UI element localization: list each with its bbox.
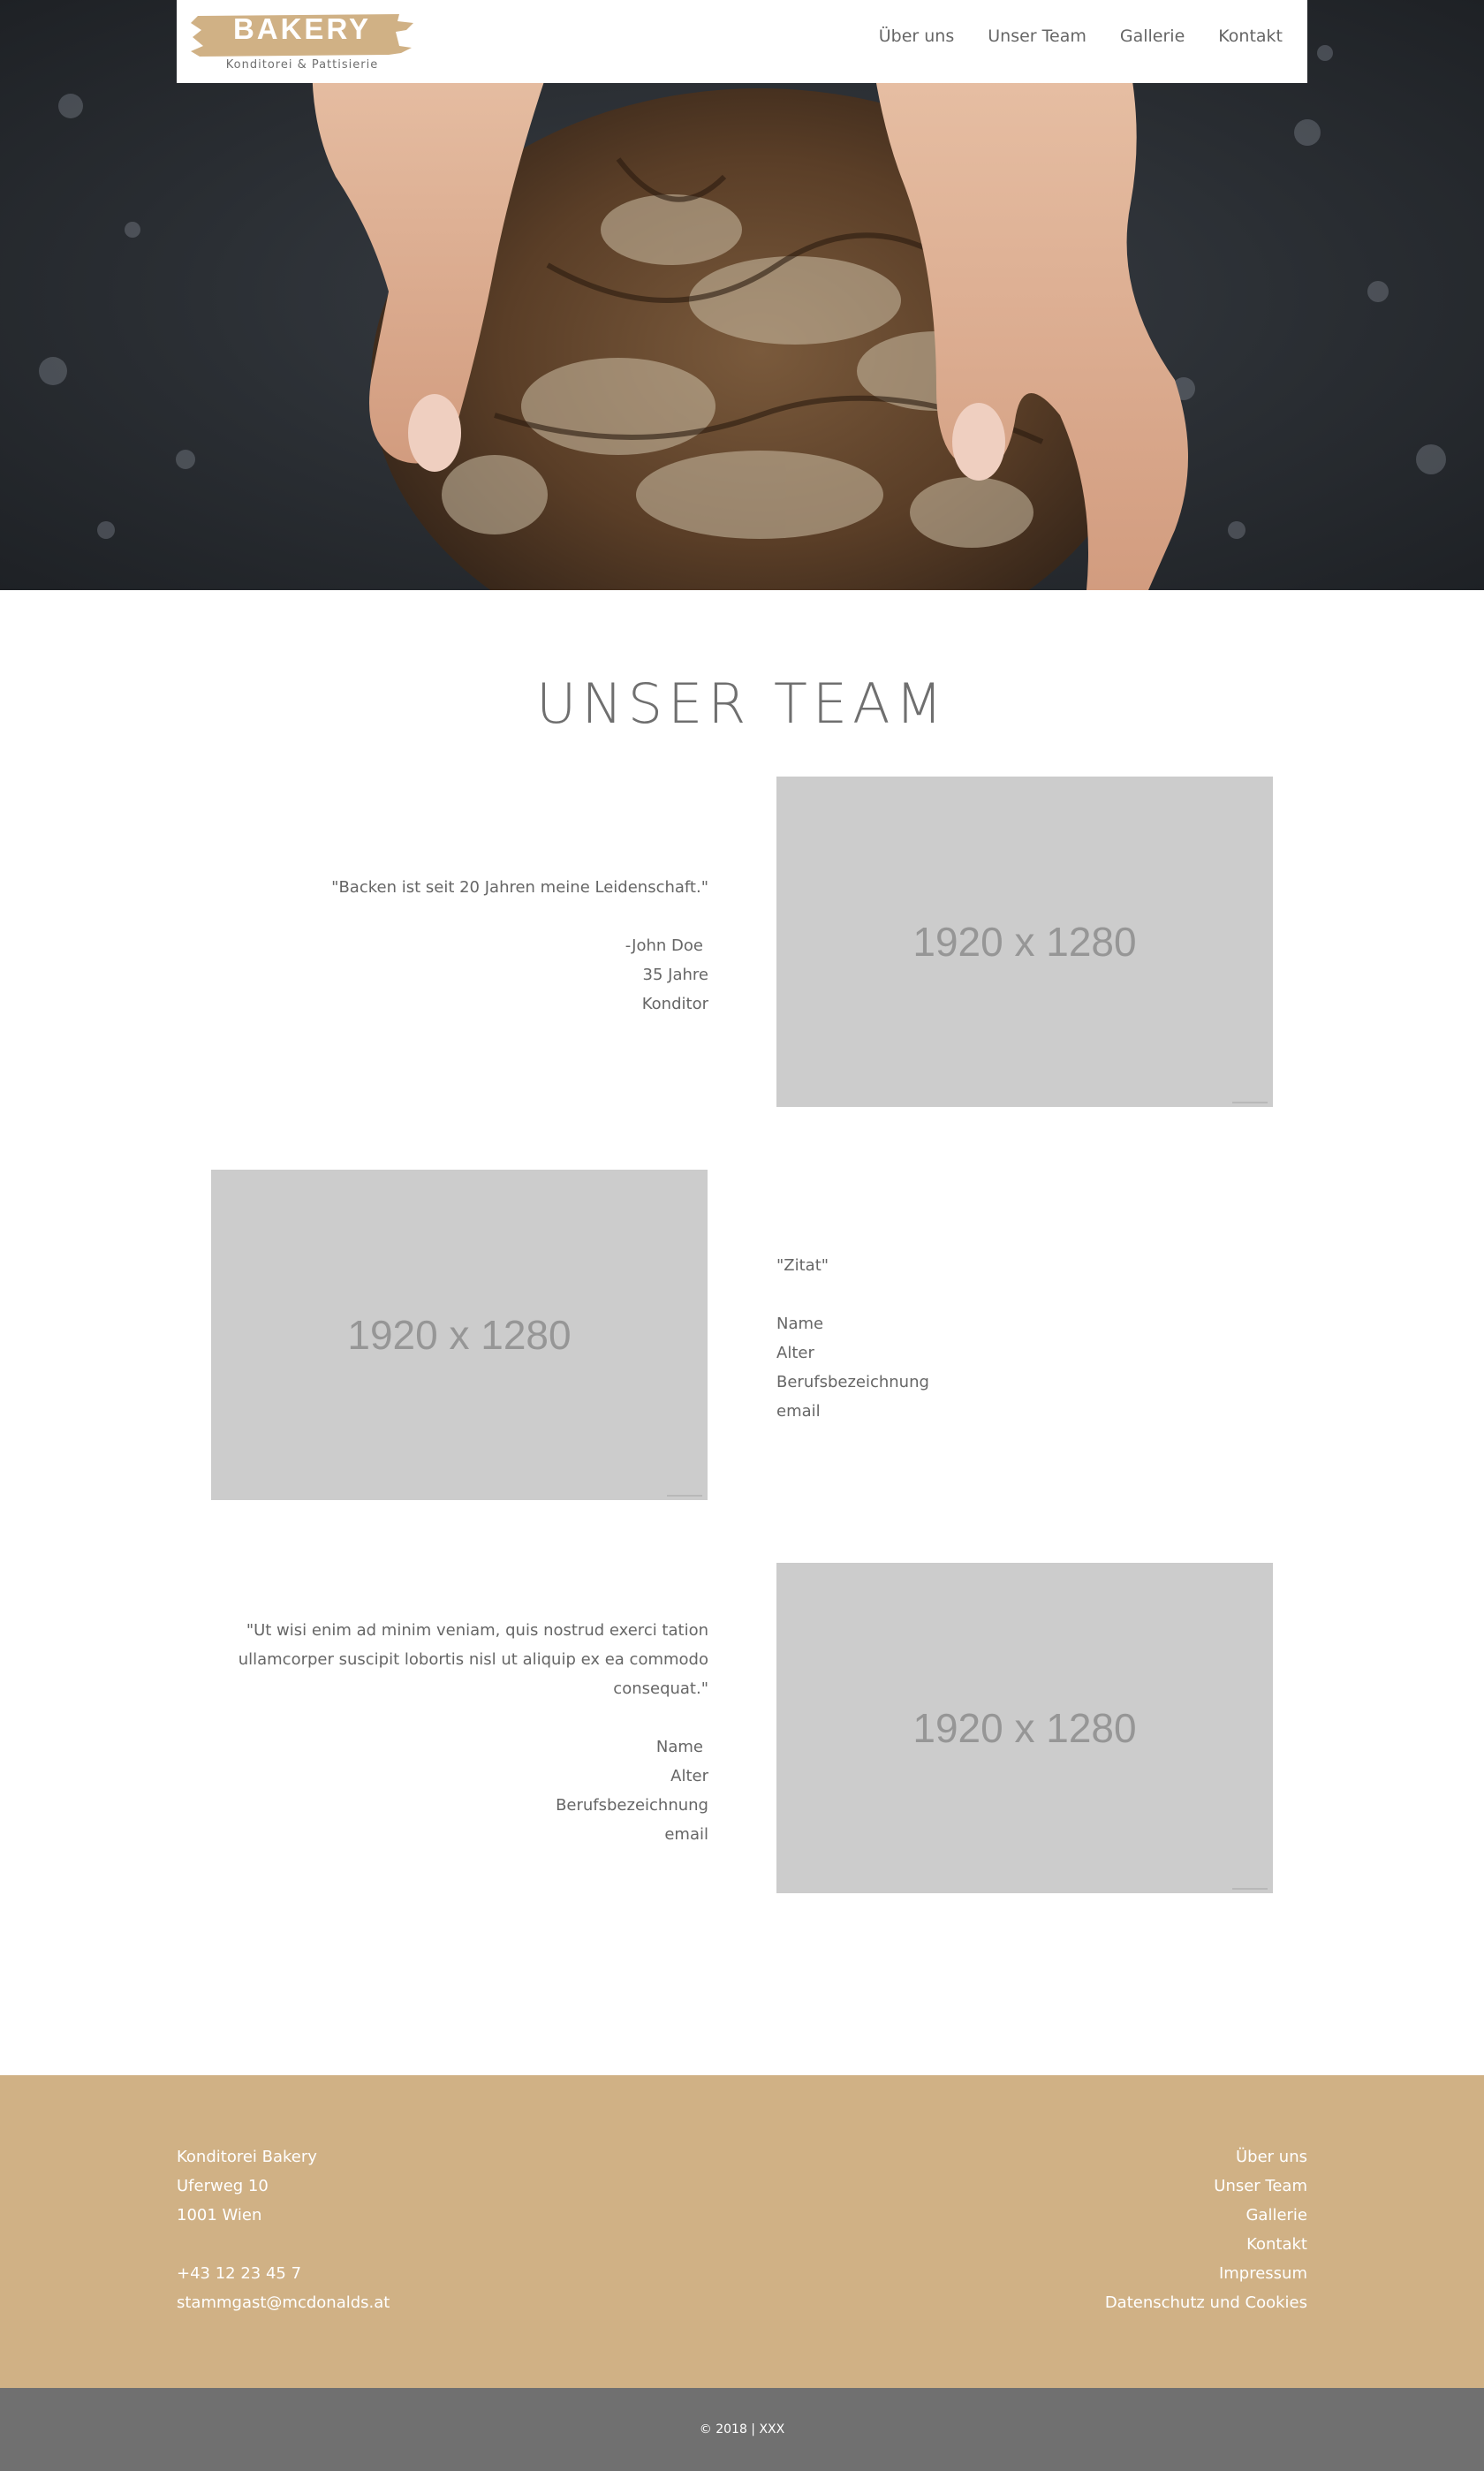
footer-city: 1001 Wien <box>177 2206 262 2225</box>
copyright-bar: © 2018 | XXX <box>0 2388 1484 2471</box>
nav-item-gallerie[interactable]: Gallerie <box>1120 27 1185 46</box>
image-placeholder-label: 1920 x 1280 <box>912 919 1137 965</box>
footer-company: Konditorei Bakery <box>177 2148 317 2166</box>
member-name: Name <box>655 1738 703 1756</box>
footer-street: Uferweg 10 <box>177 2177 269 2195</box>
member-email: email <box>664 1825 708 1844</box>
footer-link-impressum[interactable]: Impressum <box>1105 2259 1307 2288</box>
nav-item-unser-team[interactable]: Unser Team <box>988 27 1086 46</box>
team-member-image: 1920 x 1280 <box>776 777 1273 1107</box>
footer-link-gallerie[interactable]: Gallerie <box>1105 2201 1307 2230</box>
footer-links: Über uns Unser Team Gallerie Kontakt Imp… <box>1105 2142 1307 2317</box>
footer: Konditorei Bakery Uferweg 10 1001 Wien +… <box>0 2075 1484 2388</box>
team-member-text: "Ut wisi enim ad minim veniam, quis nost… <box>214 1616 708 1849</box>
member-job: Berufsbezeichnung <box>556 1796 708 1815</box>
footer-address: Konditorei Bakery Uferweg 10 1001 Wien +… <box>177 2142 390 2317</box>
member-job: Berufsbezeichnung <box>776 1373 929 1391</box>
member-quote: "Backen ist seit 20 Jahren meine Leidens… <box>331 878 708 897</box>
image-placeholder-label: 1920 x 1280 <box>347 1312 572 1358</box>
page-title: UNSER TEAM <box>535 671 949 736</box>
bread-hands-illustration <box>39 0 1446 590</box>
logo-title: BAKERY <box>232 12 372 45</box>
header-navbar: BAKERY Konditorei & Pattisierie Über uns… <box>177 0 1307 83</box>
team-member-image: 1920 x 1280 <box>776 1563 1273 1893</box>
team-member-image: 1920 x 1280 <box>211 1170 708 1500</box>
member-job: Konditor <box>641 995 708 1013</box>
footer-link-kontakt[interactable]: Kontakt <box>1105 2230 1307 2259</box>
member-name: -John Doe <box>625 936 703 955</box>
main-navigation: Über uns Unser Team Gallerie Kontakt <box>879 27 1283 46</box>
footer-link-ueber-uns[interactable]: Über uns <box>1105 2142 1307 2172</box>
member-age: Alter <box>670 1767 708 1785</box>
logo[interactable]: BAKERY Konditorei & Pattisierie <box>189 11 415 76</box>
member-age: 35 Jahre <box>642 966 708 984</box>
team-member-text: "Zitat" Name Alter Berufsbezeichnung ema… <box>776 1251 1271 1426</box>
member-email: email <box>776 1402 821 1421</box>
member-age: Alter <box>776 1344 814 1362</box>
nav-item-ueber-uns[interactable]: Über uns <box>879 27 955 46</box>
footer-phone[interactable]: +43 12 23 45 7 <box>177 2259 390 2288</box>
member-quote: "Ut wisi enim ad minim veniam, quis nost… <box>238 1621 708 1698</box>
copyright-text: © 2018 | XXX <box>699 2422 785 2437</box>
footer-link-unser-team[interactable]: Unser Team <box>1105 2172 1307 2201</box>
footer-link-datenschutz[interactable]: Datenschutz und Cookies <box>1105 2288 1307 2317</box>
nav-item-kontakt[interactable]: Kontakt <box>1218 27 1283 46</box>
logo-tagline: Konditorei & Pattisierie <box>225 58 379 72</box>
member-quote: "Zitat" <box>776 1256 829 1275</box>
team-member-text: "Backen ist seit 20 Jahren meine Leidens… <box>214 873 708 1019</box>
image-placeholder-label: 1920 x 1280 <box>912 1705 1137 1751</box>
footer-email[interactable]: stammgast@mcdonalds.at <box>177 2288 390 2317</box>
member-name: Name <box>776 1315 824 1333</box>
hero-image <box>0 0 1484 590</box>
